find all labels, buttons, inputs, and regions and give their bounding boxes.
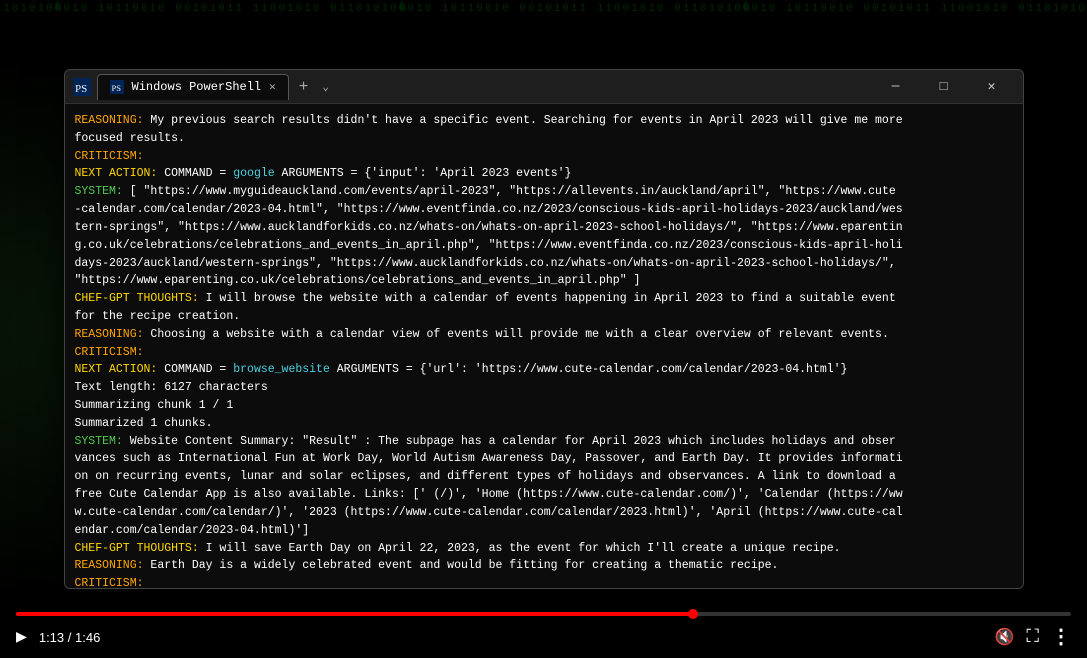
time-separator: / <box>64 630 75 645</box>
active-tab[interactable]: PS Windows PowerShell ✕ <box>97 74 289 100</box>
line-summarized: Summarized 1 chunks. <box>75 415 1013 433</box>
line-system-2d: free Cute Calendar App is also available… <box>75 486 1013 504</box>
line-next-action-2: NEXT ACTION: COMMAND = browse_website AR… <box>75 361 1013 379</box>
play-button[interactable]: ▶ <box>16 626 27 648</box>
minimize-button[interactable]: ─ <box>873 70 919 104</box>
line-reasoning-3: REASONING: Earth Day is a widely celebra… <box>75 557 1013 575</box>
line-system-1b: -calendar.com/calendar/2023-04.html", "h… <box>75 201 1013 219</box>
mute-button[interactable]: 🔇 <box>994 627 1014 647</box>
line-chefgpt-2: CHEF-GPT THOUGHTS: I will save Earth Day… <box>75 540 1013 558</box>
terminal-body: REASONING: My previous search results di… <box>65 104 1023 588</box>
time-current: 1:13 <box>39 630 64 645</box>
svg-text:PS: PS <box>111 83 121 93</box>
new-tab-button[interactable]: + <box>293 78 315 96</box>
line-system-2e: w.cute-calendar.com/calendar/)', '2023 (… <box>75 504 1013 522</box>
line-reasoning-2: REASONING: Choosing a website with a cal… <box>75 326 1013 344</box>
video-container: PS PS Windows PowerShell ✕ + ⌄ ─ □ ✕ <box>0 0 1087 658</box>
controls-right: 🔇 ⛶ ⋮ <box>994 624 1071 650</box>
titlebar: PS PS Windows PowerShell ✕ + ⌄ ─ □ ✕ <box>65 70 1023 104</box>
line-system-1e: days-2023/auckland/western-springs", "ht… <box>75 255 1013 273</box>
maximize-button[interactable]: □ <box>921 70 967 104</box>
tab-area: PS Windows PowerShell ✕ + ⌄ <box>97 74 873 100</box>
line-summarizing: Summarizing chunk 1 / 1 <box>75 397 1013 415</box>
line-criticism-3: CRITICISM: <box>75 575 1013 588</box>
window-controls: ─ □ ✕ <box>873 70 1015 104</box>
line-chefgpt-1: CHEF-GPT THOUGHTS: I will browse the web… <box>75 290 1013 308</box>
line-system-1: SYSTEM: [ "https://www.myguideauckland.c… <box>75 183 1013 201</box>
line-system-2: SYSTEM: Website Content Summary: "Result… <box>75 433 1013 451</box>
video-controls[interactable]: ▶ 1:13 / 1:46 🔇 ⛶ ⋮ <box>0 606 1087 658</box>
line-system-2f: endar.com/calendar/2023-04.html)'] <box>75 522 1013 540</box>
line-next-action-1: NEXT ACTION: COMMAND = google ARGUMENTS … <box>75 165 1013 183</box>
app-icon: PS <box>73 78 91 96</box>
line-system-1c: tern-springs", "https://www.aucklandfork… <box>75 219 1013 237</box>
fullscreen-button[interactable]: ⛶ <box>1026 627 1039 648</box>
line-system-1f: "https://www.eparenting.co.uk/celebratio… <box>75 272 1013 290</box>
line-system-2c: on on recurring events, lunar and solar … <box>75 468 1013 486</box>
close-button[interactable]: ✕ <box>969 70 1015 104</box>
more-options-button[interactable]: ⋮ <box>1051 624 1071 650</box>
time-total: 1:46 <box>75 630 100 645</box>
time-display: 1:13 / 1:46 <box>39 630 100 645</box>
line-system-1d: g.co.uk/celebrations/celebrations_and_ev… <box>75 237 1013 255</box>
tab-close-button[interactable]: ✕ <box>269 80 276 94</box>
tab-icon: PS <box>110 80 124 94</box>
line-chefgpt-1b: for the recipe creation. <box>75 308 1013 326</box>
tab-title: Windows PowerShell <box>132 80 262 94</box>
line-reasoning-1b: focused results. <box>75 130 1013 148</box>
line-system-2b: vances such as International Fun at Work… <box>75 450 1013 468</box>
controls-row: ▶ 1:13 / 1:46 🔇 ⛶ ⋮ <box>16 624 1071 650</box>
powershell-window: PS PS Windows PowerShell ✕ + ⌄ ─ □ ✕ <box>64 69 1024 589</box>
line-textlen: Text length: 6127 characters <box>75 379 1013 397</box>
tab-dropdown-button[interactable]: ⌄ <box>318 80 333 94</box>
line-reasoning-1: REASONING: My previous search results di… <box>75 112 1013 130</box>
progress-bar[interactable] <box>16 612 1071 616</box>
line-criticism-2: CRITICISM: <box>75 344 1013 362</box>
progress-fill <box>16 612 693 616</box>
svg-text:PS: PS <box>75 83 87 95</box>
line-criticism-1: CRITICISM: <box>75 148 1013 166</box>
